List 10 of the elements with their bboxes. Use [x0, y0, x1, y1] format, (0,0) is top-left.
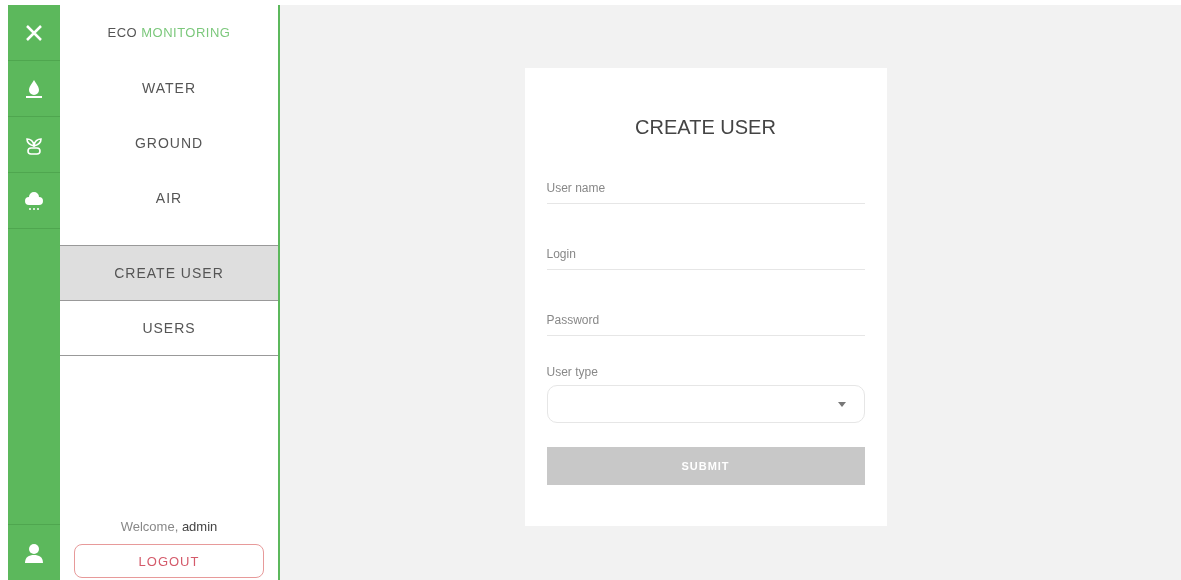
welcome-text: Welcome, admin: [119, 519, 219, 534]
app-logo: ECO MONITORING: [106, 24, 232, 42]
form-title: CREATE USER: [634, 116, 777, 139]
field-label: User type: [546, 365, 599, 379]
user-icon[interactable]: [25, 542, 43, 563]
user-type-dropdown[interactable]: [546, 385, 865, 423]
cloud-icon[interactable]: [24, 189, 44, 212]
nav-item[interactable]: CREATE USER: [60, 246, 278, 301]
logout-button[interactable]: LOGOUT: [74, 544, 264, 578]
caret-icon: [837, 401, 846, 407]
